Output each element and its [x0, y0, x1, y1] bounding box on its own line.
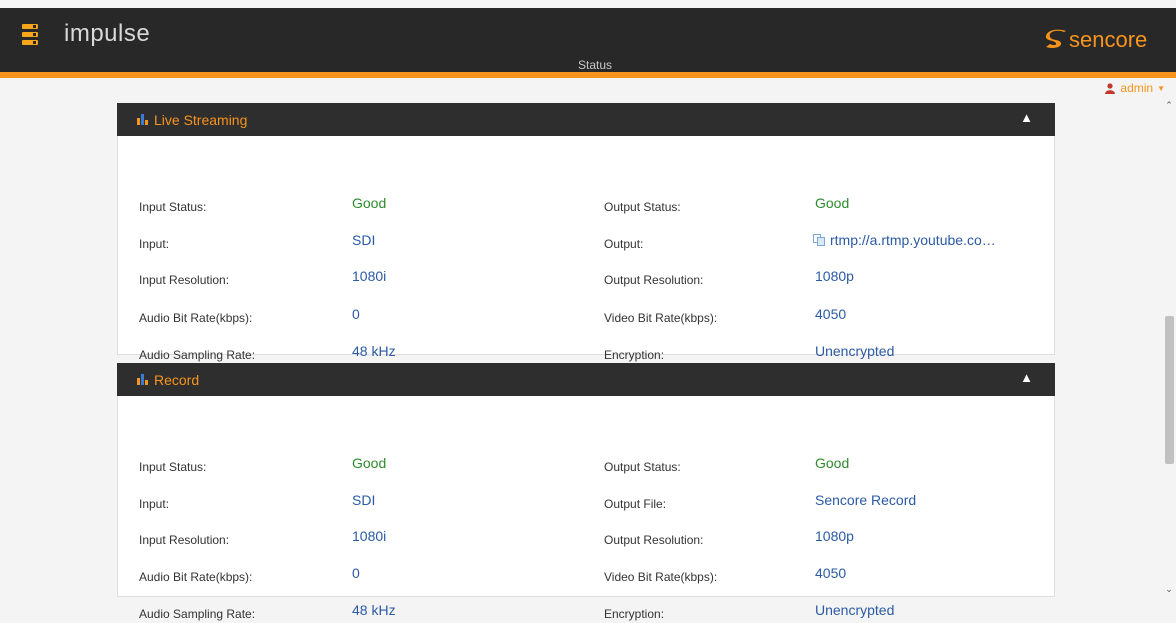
output-status-value: Good: [815, 455, 850, 471]
output-label: Output:: [604, 237, 644, 251]
user-name: admin: [1120, 81, 1154, 95]
encryption-label: Encryption:: [604, 348, 665, 362]
live-streaming-header[interactable]: Live Streaming ▲: [117, 103, 1055, 136]
video-bitrate-label: Video Bit Rate(kbps):: [604, 570, 718, 584]
panel-title: Live Streaming: [154, 112, 248, 128]
input-status-label: Input Status:: [139, 460, 207, 474]
copy-icon[interactable]: [813, 234, 825, 246]
bar-chart-icon: [137, 374, 148, 385]
audio-bitrate-value: 0: [352, 565, 360, 581]
app-name: impulse: [64, 20, 151, 47]
output-status-label: Output Status:: [604, 460, 681, 474]
menu-icon[interactable]: [22, 24, 38, 46]
sencore-s-icon: [1045, 29, 1066, 48]
output-url[interactable]: rtmp://a.rtmp.youtube.co…: [813, 232, 996, 248]
input-resolution-label: Input Resolution:: [139, 533, 230, 547]
input-status-value: Good: [352, 455, 387, 471]
chevron-up-icon[interactable]: ▲: [1020, 370, 1033, 385]
scroll-thumb[interactable]: [1165, 316, 1174, 464]
output-resolution-value: 1080p: [815, 528, 854, 544]
scroll-down-icon[interactable]: ⌄: [1162, 582, 1176, 596]
vertical-scrollbar[interactable]: ⌃ ⌄: [1162, 98, 1176, 596]
record-panel: Record ▲ Input Status: Good Output Statu…: [117, 363, 1055, 621]
input-resolution-value: 1080i: [352, 528, 387, 544]
encryption-label: Encryption:: [604, 607, 665, 621]
output-status-label: Output Status:: [604, 200, 681, 214]
output-file-label: Output File:: [604, 497, 667, 511]
header-accent-stripe: [0, 72, 1176, 78]
sencore-logo: sencore: [1044, 24, 1147, 56]
top-bar: impulse Status sencore: [0, 8, 1176, 72]
audio-sampling-value: 48 kHz: [352, 343, 396, 359]
input-status-label: Input Status:: [139, 200, 207, 214]
video-bitrate-label: Video Bit Rate(kbps):: [604, 311, 718, 325]
chevron-up-icon[interactable]: ▲: [1020, 110, 1033, 125]
logo-text: sencore: [1069, 27, 1148, 52]
scroll-up-icon[interactable]: ⌃: [1162, 98, 1176, 112]
bar-chart-icon: [137, 114, 148, 125]
record-body: Input Status: Good Output Status: Good I…: [117, 396, 1055, 621]
output-file-value: Sencore Record: [815, 492, 917, 508]
audio-sampling-label: Audio Sampling Rate:: [139, 348, 256, 362]
audio-bitrate-label: Audio Bit Rate(kbps):: [139, 570, 253, 584]
encryption-value: Unencrypted: [815, 343, 895, 359]
live-streaming-panel: Live Streaming ▲ Input Status: Good Outp…: [117, 103, 1055, 362]
audio-sampling-value: 48 kHz: [352, 602, 396, 618]
encryption-value: Unencrypted: [815, 602, 895, 618]
output-url-text: rtmp://a.rtmp.youtube.co…: [830, 232, 996, 248]
user-icon: [1105, 82, 1116, 94]
input-value: SDI: [352, 232, 376, 248]
output-resolution-label: Output Resolution:: [604, 533, 704, 547]
audio-sampling-label: Audio Sampling Rate:: [139, 607, 256, 621]
live-streaming-body: Input Status: Good Output Status: Good I…: [117, 136, 1055, 362]
video-bitrate-value: 4050: [815, 306, 847, 322]
output-status-value: Good: [815, 195, 850, 211]
input-status-value: Good: [352, 195, 387, 211]
video-bitrate-value: 4050: [815, 565, 847, 581]
output-resolution-label: Output Resolution:: [604, 273, 704, 287]
audio-bitrate-value: 0: [352, 306, 360, 322]
input-resolution-label: Input Resolution:: [139, 273, 230, 287]
panel-title: Record: [154, 372, 200, 388]
input-label: Input:: [139, 237, 170, 251]
input-value: SDI: [352, 492, 376, 508]
input-resolution-value: 1080i: [352, 268, 387, 284]
input-label: Input:: [139, 497, 170, 511]
caret-down-icon: ▼: [1157, 83, 1165, 93]
record-header[interactable]: Record ▲: [117, 363, 1055, 396]
user-menu[interactable]: admin ▼: [1105, 81, 1165, 95]
audio-bitrate-label: Audio Bit Rate(kbps):: [139, 311, 253, 325]
page-title: Status: [578, 58, 613, 72]
output-resolution-value: 1080p: [815, 268, 854, 284]
